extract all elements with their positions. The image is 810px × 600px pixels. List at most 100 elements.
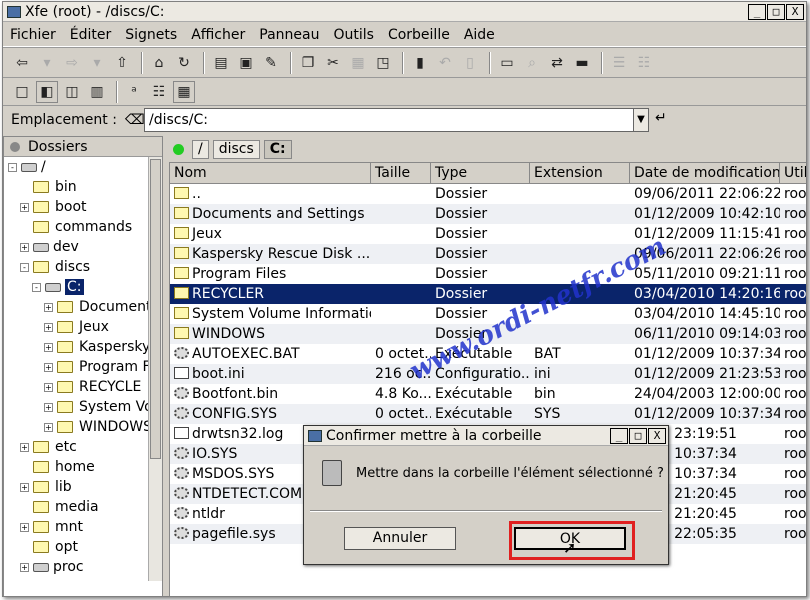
copy-icon[interactable]: ❐	[297, 52, 319, 74]
expander-icon[interactable]: +	[44, 422, 53, 432]
expander-icon[interactable]: +	[44, 302, 53, 312]
column-extension[interactable]: Extension	[530, 163, 630, 183]
menu-aide[interactable]: Aide	[457, 27, 502, 43]
tree-scrollbar[interactable]	[148, 157, 162, 581]
delete-icon[interactable]: ▯	[459, 52, 481, 74]
table-row[interactable]: Bootfont.bin 4.8 Ko... Exécutable bin 24/04/…	[170, 384, 806, 404]
expander-icon[interactable]: +	[44, 322, 53, 332]
table-row[interactable]: Jeux Dossier 01/12/2009 11:15:41 roo	[170, 224, 806, 244]
big-icons-icon[interactable]: ᵃ	[123, 81, 145, 103]
tree-scrollbar-thumb[interactable]	[150, 159, 161, 459]
expander-icon[interactable]: -	[20, 262, 29, 272]
tree-two-panels-icon[interactable]: ▥	[86, 81, 108, 103]
up-arrow-icon[interactable]: ⇧	[111, 52, 133, 74]
tree-node[interactable]: + WINDOWS	[44, 417, 152, 437]
expander-icon[interactable]: +	[20, 562, 29, 572]
trash-icon[interactable]: ▮	[409, 52, 431, 74]
table-row[interactable]: Kaspersky Rescue Disk ... Dossier 09/06/20…	[170, 244, 806, 264]
table-row[interactable]: Program Files Dossier 05/11/2010 09:21:11 r…	[170, 264, 806, 284]
home-icon[interactable]: ⌂	[148, 52, 170, 74]
tree-node[interactable]: + etc	[20, 437, 77, 457]
path-c-button[interactable]: C:	[263, 139, 292, 159]
tree-node[interactable]: + boot	[20, 197, 87, 217]
table-row[interactable]: Documents and Settings Dossier 01/12/2009 …	[170, 204, 806, 224]
clear-location-icon[interactable]: ⌫	[125, 112, 145, 128]
sync-icon[interactable]: ⇄	[546, 52, 568, 74]
menu-afficher[interactable]: Afficher	[184, 27, 252, 43]
two-panels-icon[interactable]: ◫	[61, 81, 83, 103]
tree-node[interactable]: + lib	[20, 477, 72, 497]
tree-node[interactable]: + Document	[44, 297, 152, 317]
paste-icon[interactable]: ▦	[347, 52, 369, 74]
expander-icon[interactable]: +	[44, 342, 53, 352]
tree-panel-icon[interactable]: ◧	[36, 80, 58, 103]
tree-node[interactable]: + RECYCLE	[44, 377, 141, 397]
menu-panneau[interactable]: Panneau	[252, 27, 326, 43]
forward-arrow-icon[interactable]: ⇨	[61, 52, 83, 74]
refresh-icon[interactable]: ↻	[173, 52, 195, 74]
menu-outils[interactable]: Outils	[326, 27, 380, 43]
back-history-icon[interactable]: ▾	[36, 52, 58, 74]
close-button[interactable]: X	[786, 4, 804, 20]
tree-node[interactable]: - /	[8, 157, 46, 177]
dialog-minimize-button[interactable]: _	[610, 428, 628, 444]
one-panel-icon[interactable]: □	[11, 81, 33, 103]
expander-icon[interactable]: +	[44, 402, 53, 412]
table-row[interactable]: CONFIG.SYS 0 octet...Exécutable SYS 01/12/2…	[170, 404, 806, 424]
column-date[interactable]: Date de modification	[630, 163, 780, 183]
detailed-list-icon[interactable]: ▦	[173, 80, 195, 103]
expander-icon[interactable]: +	[20, 242, 29, 252]
properties-icon[interactable]: ◳	[372, 52, 394, 74]
restore-icon[interactable]: ↶	[434, 52, 456, 74]
expander-icon[interactable]: +	[20, 522, 29, 532]
table-row[interactable]: .. Dossier 09/06/2011 22:06:22 roo	[170, 184, 806, 204]
location-dropdown-button[interactable]: ▼	[633, 108, 649, 132]
expander-icon[interactable]: -	[8, 162, 17, 172]
expander-icon[interactable]: +	[20, 202, 29, 212]
path-root-button[interactable]: /	[192, 139, 209, 159]
bookmark-clear-icon[interactable]: ☷	[633, 52, 655, 74]
minimize-button[interactable]: _	[748, 4, 766, 20]
tree-node[interactable]: opt	[20, 537, 78, 557]
column-name[interactable]: Nom	[170, 163, 371, 183]
expander-icon[interactable]: +	[20, 482, 29, 492]
column-size[interactable]: Taille	[371, 163, 431, 183]
bookmark-add-icon[interactable]: ☰	[608, 52, 630, 74]
table-row[interactable]: RECYCLER Dossier 03/04/2010 14:20:16 roo	[170, 284, 806, 304]
monitor-icon[interactable]: ▬	[571, 52, 593, 74]
dialog-maximize-button[interactable]: □	[629, 428, 647, 444]
path-discs-button[interactable]: discs	[212, 139, 260, 159]
tree-node[interactable]: bin	[20, 177, 77, 197]
menu-editer[interactable]: Éditer	[63, 27, 118, 43]
column-user[interactable]: Util	[780, 163, 806, 183]
tree-node[interactable]: media	[20, 497, 99, 517]
forward-history-icon[interactable]: ▾	[86, 52, 108, 74]
maximize-button[interactable]: □	[767, 4, 785, 20]
new-folder-icon[interactable]: ▣	[235, 52, 257, 74]
tree-node[interactable]: - discs	[20, 257, 90, 277]
tree-node[interactable]: + Program F	[44, 357, 151, 377]
tree-node[interactable]: + proc	[20, 557, 84, 577]
menu-corbeille[interactable]: Corbeille	[381, 27, 457, 43]
edit-icon[interactable]: ✎	[260, 52, 282, 74]
tree-node[interactable]: + System Vo	[44, 397, 153, 417]
dialog-close-button[interactable]: X	[648, 428, 666, 444]
back-arrow-icon[interactable]: ⇦	[11, 52, 33, 74]
tree-node[interactable]: commands	[20, 217, 132, 237]
expander-icon[interactable]: +	[44, 362, 53, 372]
new-file-icon[interactable]: ▤	[210, 52, 232, 74]
tree-node[interactable]: + dev	[20, 237, 79, 257]
search-icon[interactable]: ⌕	[521, 52, 543, 74]
expander-icon[interactable]: +	[20, 442, 29, 452]
tree-node[interactable]: - C:	[32, 277, 84, 297]
column-type[interactable]: Type	[431, 163, 530, 183]
tree-node[interactable]: + Kaspersky	[44, 337, 150, 357]
tree-node[interactable]: + mnt	[20, 517, 83, 537]
tree-node[interactable]: + Jeux	[44, 317, 109, 337]
expander-icon[interactable]: -	[32, 282, 41, 292]
go-icon[interactable]: ↵	[655, 110, 667, 126]
small-icons-icon[interactable]: ☷	[148, 81, 170, 103]
location-input[interactable]: /discs/C:	[144, 108, 634, 132]
menu-fichier[interactable]: Fichier	[3, 27, 63, 43]
table-row[interactable]: boot.ini 216 oc... Configuratio... ini 01/12…	[170, 364, 806, 384]
